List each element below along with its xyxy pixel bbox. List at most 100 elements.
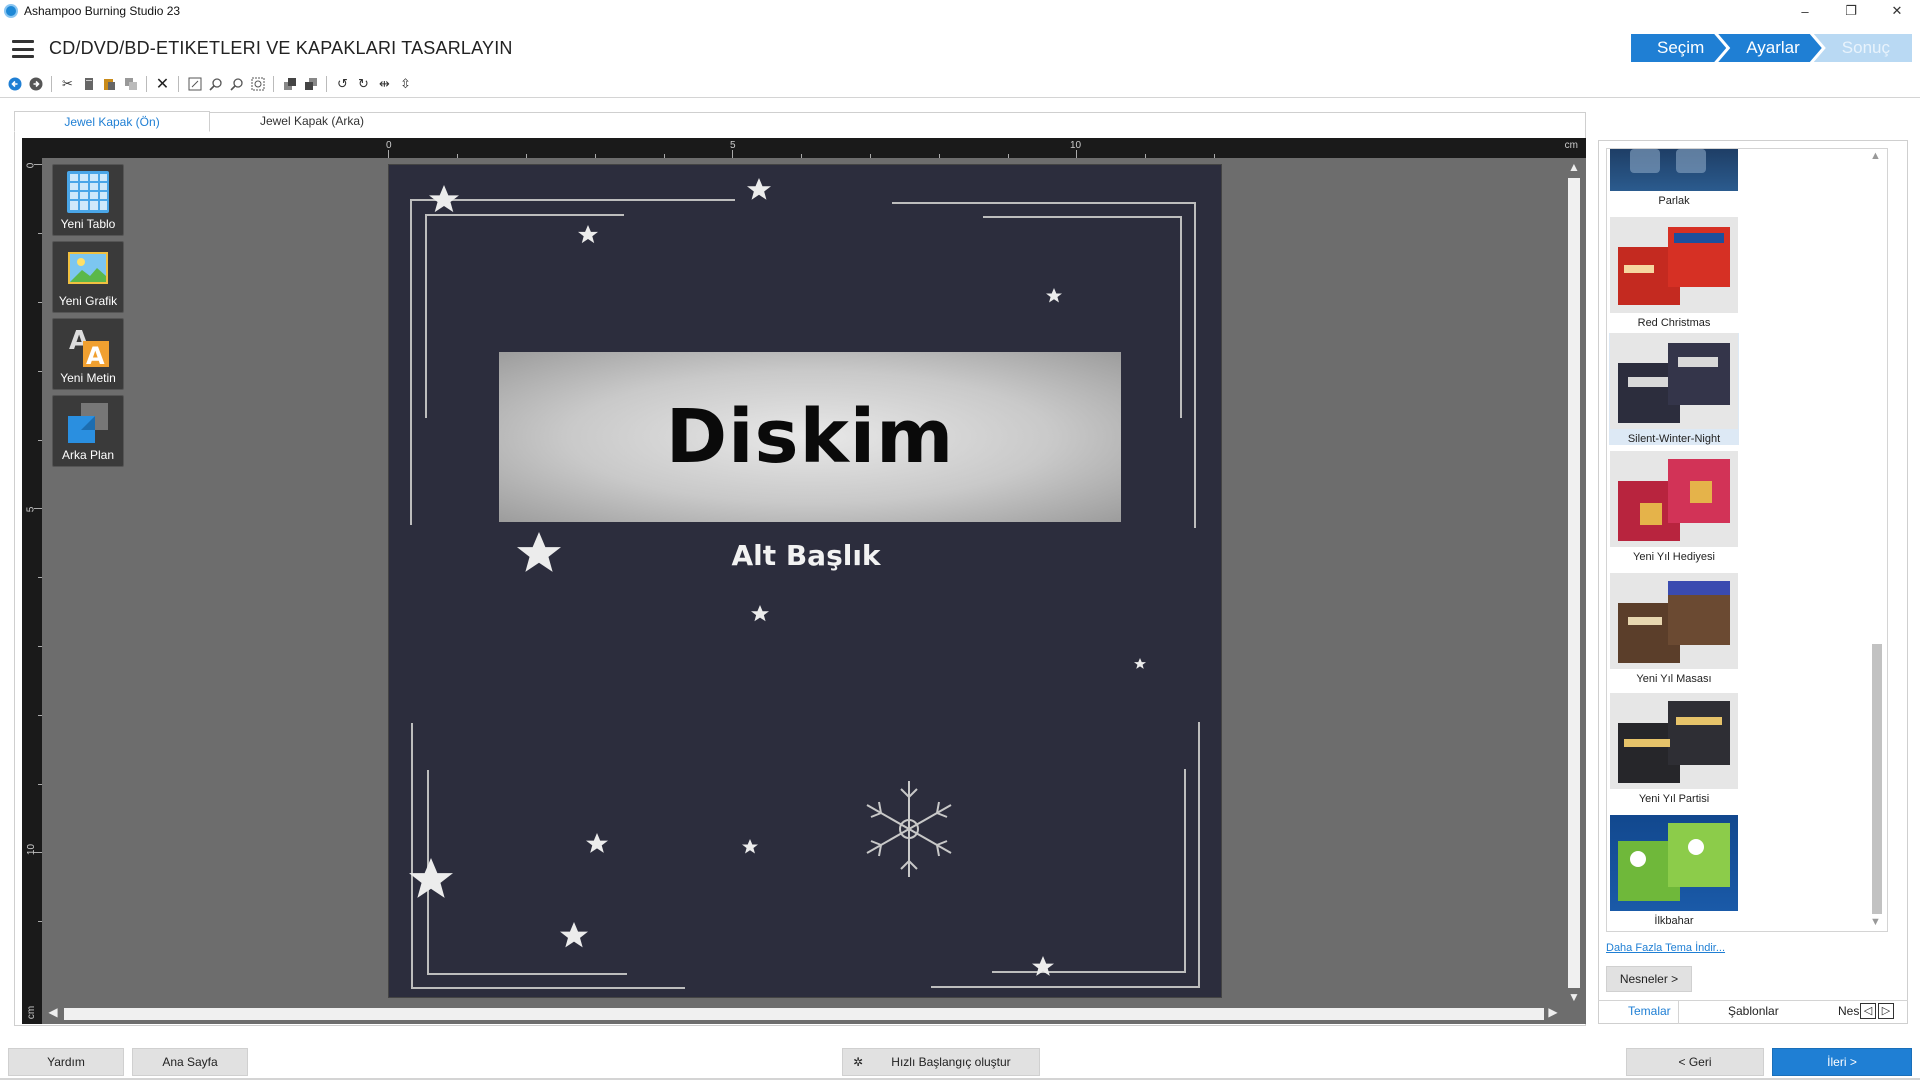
theme-name: Red Christmas [1637, 317, 1711, 329]
duplicate-icon[interactable] [122, 76, 139, 93]
copy-icon[interactable] [80, 76, 97, 93]
scroll-down-icon[interactable]: ▼ [1870, 916, 1881, 928]
scrollbar-track[interactable] [1568, 178, 1580, 988]
document-tabs: Jewel Kapak (Ön) Jewel Kapak (Arka) [14, 111, 414, 132]
home-button[interactable]: Ana Sayfa [132, 1048, 248, 1076]
step-selection[interactable]: Seçim [1631, 34, 1726, 62]
theme-item-yeni-yil-hediyesi[interactable]: Yeni Yıl Hediyesi [1609, 451, 1739, 563]
tab-back-cover[interactable]: Jewel Kapak (Arka) [210, 111, 414, 132]
table-icon [67, 171, 109, 213]
scrollbar-track[interactable] [64, 1008, 1544, 1020]
quickstart-label: Hızlı Başlangıç oluştur [891, 1055, 1011, 1069]
menu-hamburger-icon[interactable] [12, 40, 34, 58]
zoom-fit-icon[interactable] [186, 76, 203, 93]
toolbar-divider [178, 76, 179, 92]
scroll-down-icon[interactable]: ▼ [1567, 990, 1581, 1004]
scroll-up-icon[interactable]: ▲ [1567, 160, 1581, 174]
back-button[interactable]: < Geri [1626, 1048, 1764, 1076]
scroll-left-icon[interactable]: ◀ [46, 1005, 60, 1019]
step-settings[interactable]: Ayarlar [1718, 34, 1822, 62]
quickstart-button[interactable]: ✲ Hızlı Başlangıç oluştur [842, 1048, 1040, 1076]
flip-horizontal-icon[interactable]: ⇹ [376, 76, 393, 93]
objects-button[interactable]: Nesneler > [1606, 966, 1692, 992]
zoom-selection-icon[interactable] [249, 76, 266, 93]
quickstart-icon: ✲ [853, 1055, 864, 1069]
cover-subtitle[interactable]: Alt Başlık [389, 539, 1221, 572]
tab-themes[interactable]: Temalar [1628, 1004, 1671, 1018]
close-button[interactable]: ✕ [1874, 0, 1920, 22]
theme-name: İlkbahar [1654, 915, 1694, 927]
restore-button[interactable]: ❐ [1828, 0, 1874, 22]
tool-label: Arka Plan [61, 448, 115, 462]
bring-forward-icon[interactable] [281, 76, 298, 93]
page-title: CD/DVD/BD-ETIKETLERI VE KAPAKLARI TASARL… [49, 38, 513, 58]
theme-name: Yeni Yıl Masası [1636, 673, 1712, 685]
theme-thumbnail [1610, 333, 1738, 429]
theme-item-parlak[interactable]: Parlak [1609, 149, 1739, 207]
theme-item-silent-winter-night[interactable]: Silent-Winter-Night [1609, 333, 1739, 445]
window-controls: – ❐ ✕ [1782, 0, 1920, 22]
tab-objects[interactable]: Nes [1838, 1004, 1859, 1018]
redo-icon[interactable] [27, 76, 44, 93]
new-graphic-button[interactable]: Yeni Grafik [52, 241, 124, 313]
cut-icon[interactable]: ✂ [59, 76, 76, 93]
toolbar-divider [51, 76, 52, 92]
delete-icon[interactable]: ✕ [154, 76, 171, 93]
background-icon [68, 403, 108, 443]
theme-thumbnail [1610, 573, 1738, 669]
cover-decoration [409, 178, 1200, 989]
theme-thumbnail [1610, 451, 1738, 547]
panel-tabs: Temalar Şablonlar Nes ◁ ▷ [1598, 1000, 1908, 1024]
theme-list-scrollbar[interactable]: ▲ ▼ [1866, 148, 1886, 932]
text-icon: A A [69, 326, 109, 369]
toolbar-divider [273, 76, 274, 92]
new-text-button[interactable]: A A Yeni Metin [52, 318, 124, 390]
scroll-right-icon[interactable]: ▶ [1546, 1005, 1560, 1019]
scroll-up-icon[interactable]: ▲ [1870, 150, 1881, 162]
step-result: Sonuç [1813, 34, 1912, 62]
new-table-button[interactable]: Yeni Tablo [52, 164, 124, 236]
undo-icon[interactable] [6, 76, 23, 93]
theme-name: Parlak [1658, 195, 1690, 207]
tab-scroll-right-icon[interactable]: ▷ [1878, 1003, 1894, 1019]
cover-title[interactable]: Diskim [666, 394, 955, 480]
toolbar-divider-line [0, 97, 1920, 98]
zoom-out-icon[interactable] [228, 76, 245, 93]
toolbar-divider [326, 76, 327, 92]
svg-text:A: A [86, 342, 105, 369]
ruler-horizontal: 0 5 10 cm [22, 138, 1586, 158]
canvas-horizontal-scrollbar[interactable]: ◀ ▶ [44, 1004, 1564, 1022]
paste-icon[interactable] [101, 76, 118, 93]
help-button[interactable]: Yardım [8, 1048, 124, 1076]
app-title: Ashampoo Burning Studio 23 [24, 4, 181, 18]
cover-title-box[interactable]: Diskim [499, 352, 1121, 522]
rotate-right-icon[interactable]: ↻ [355, 76, 372, 93]
ruler-label: 10 [26, 843, 38, 856]
theme-item-red-christmas[interactable]: Red Christmas [1609, 217, 1739, 329]
next-button[interactable]: İleri > [1772, 1048, 1912, 1076]
theme-item-ilkbahar[interactable]: İlkbahar [1609, 815, 1739, 927]
theme-thumbnail [1610, 217, 1738, 313]
flip-vertical-icon[interactable]: ⇳ [397, 76, 414, 93]
theme-name: Yeni Yıl Partisi [1638, 793, 1710, 805]
theme-item-yeni-yil-masasi[interactable]: Yeni Yıl Masası [1609, 573, 1739, 685]
toolbar: ✂ ✕ ↺ ↻ ⇹ ⇳ [6, 74, 414, 94]
tab-templates[interactable]: Şablonlar [1728, 1004, 1779, 1018]
tool-label: Yeni Metin [60, 371, 116, 385]
theme-thumbnail [1610, 815, 1738, 911]
tool-label: Yeni Tablo [60, 217, 116, 231]
tab-scroll-left-icon[interactable]: ◁ [1860, 1003, 1876, 1019]
theme-name: Silent-Winter-Night [1627, 433, 1721, 445]
theme-thumbnail [1610, 149, 1738, 191]
more-themes-link[interactable]: Daha Fazla Tema İndir... [1606, 942, 1725, 954]
scrollbar-thumb[interactable] [1872, 644, 1882, 914]
background-button[interactable]: Arka Plan [52, 395, 124, 467]
tab-front-cover[interactable]: Jewel Kapak (Ön) [14, 111, 210, 132]
canvas-vertical-scrollbar[interactable]: ▲ ▼ [1564, 158, 1584, 1008]
rotate-left-icon[interactable]: ↺ [334, 76, 351, 93]
theme-item-yeni-yil-partisi[interactable]: Yeni Yıl Partisi [1609, 693, 1739, 805]
zoom-in-icon[interactable] [207, 76, 224, 93]
cover-canvas[interactable]: Diskim Alt Başlık [388, 164, 1222, 998]
send-backward-icon[interactable] [302, 76, 319, 93]
minimize-button[interactable]: – [1782, 0, 1828, 22]
